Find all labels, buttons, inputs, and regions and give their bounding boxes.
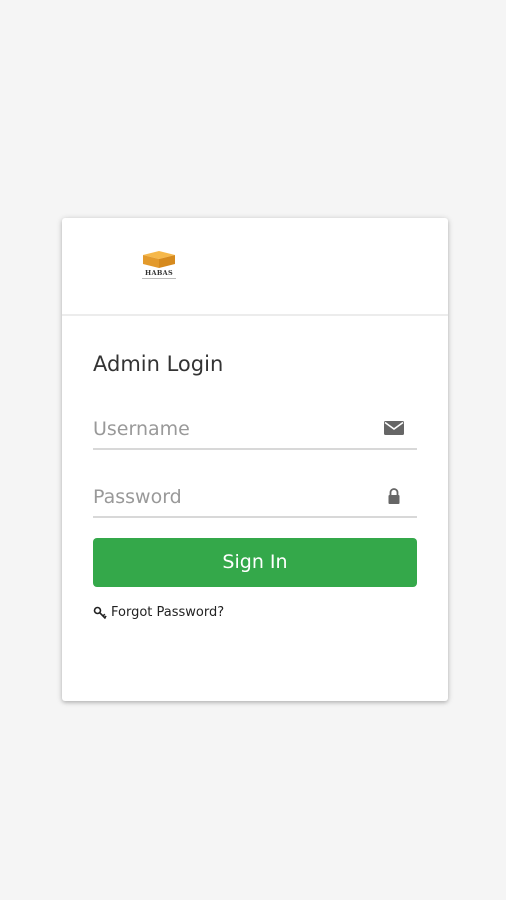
- forgot-password-label: Forgot Password?: [111, 605, 225, 620]
- password-input[interactable]: [93, 482, 373, 512]
- login-card: HABAS Admin Login Sign In Forgot Passwor…: [62, 218, 448, 701]
- page-title: Admin Login: [93, 352, 224, 376]
- password-field: [93, 482, 417, 518]
- card-header: HABAS: [62, 218, 448, 316]
- forgot-password-link[interactable]: Forgot Password?: [93, 605, 224, 620]
- sign-in-button[interactable]: Sign In: [93, 538, 417, 587]
- brand-logo: HABAS: [138, 250, 180, 282]
- logo-box-icon: [143, 251, 175, 268]
- logo-text: HABAS: [145, 269, 173, 277]
- envelope-icon: [384, 421, 404, 435]
- key-icon: [93, 606, 107, 619]
- lock-icon: [388, 488, 400, 504]
- username-field: [93, 414, 417, 450]
- logo-underline: [142, 278, 176, 279]
- username-input[interactable]: [93, 414, 373, 444]
